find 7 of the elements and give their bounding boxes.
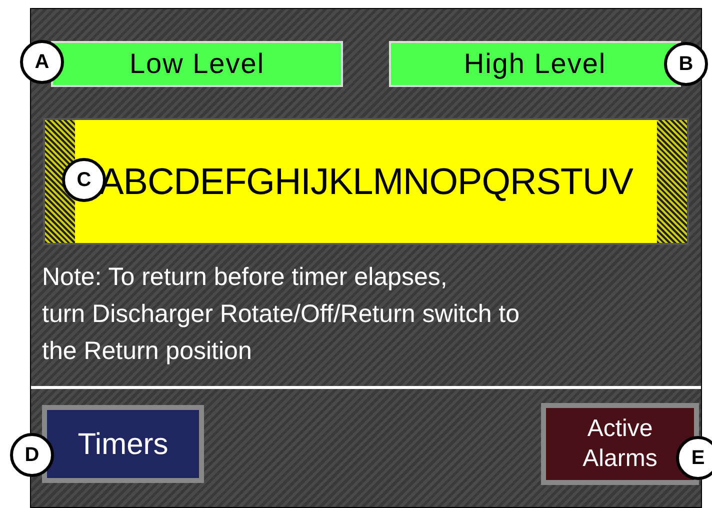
level-indicator: Low Level	[51, 41, 343, 87]
note-text: the Return position	[42, 336, 253, 367]
note-text: Note: To return before timer elapses,	[42, 262, 448, 293]
timers-button[interactable]: Timers	[42, 405, 204, 483]
level-indicator: High Level	[389, 41, 681, 87]
note-text: turn Discharger Rotate/Off/Return switch to	[42, 299, 521, 330]
callout-label: D	[10, 433, 54, 477]
